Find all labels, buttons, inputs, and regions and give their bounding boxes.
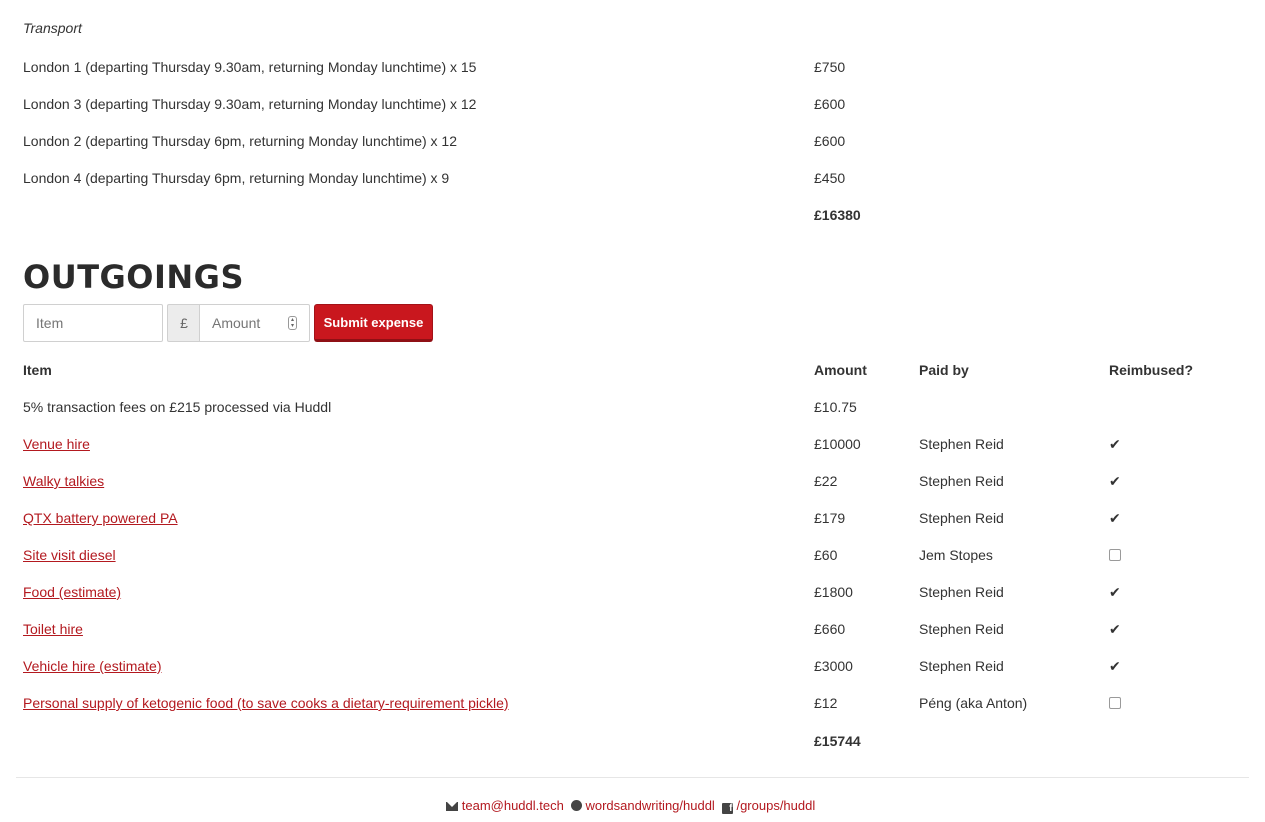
check-icon[interactable]: ✔ <box>1109 622 1123 636</box>
expense-item-link[interactable]: Venue hire <box>23 435 90 453</box>
reimbursed-cell <box>1109 694 1121 713</box>
table-row: 5% transaction fees on £215 processed vi… <box>0 398 1265 435</box>
check-icon[interactable]: ✔ <box>1109 659 1123 673</box>
fee-item: 5% transaction fees on £215 processed vi… <box>23 399 332 415</box>
reimbursed-checkbox[interactable] <box>1109 549 1121 561</box>
expense-paid-by: Stephen Reid <box>919 436 1004 452</box>
outgoings-table-header: Item Amount Paid by Reimbused? <box>0 361 1265 398</box>
expense-item-link[interactable]: Personal supply of ketogenic food (to sa… <box>23 694 509 712</box>
check-icon[interactable]: ✔ <box>1109 585 1123 599</box>
expense-item-link[interactable]: Toilet hire <box>23 620 83 638</box>
table-row: Food (estimate) £1800 Stephen Reid ✔ <box>0 583 1265 620</box>
envelope-icon <box>445 802 458 811</box>
table-row: Venue hire £10000 Stephen Reid ✔ <box>0 435 1265 472</box>
fee-amount: £10.75 <box>814 399 857 415</box>
transport-item: London 2 (departing Thursday 6pm, return… <box>23 133 457 149</box>
expense-paid-by: Stephen Reid <box>919 510 1004 526</box>
transport-amount: £450 <box>814 170 846 186</box>
transport-row: London 2 (departing Thursday 6pm, return… <box>0 132 1265 169</box>
transport-total: £16380 <box>814 207 861 223</box>
expense-paid-by: Jem Stopes <box>919 547 993 563</box>
transport-item: London 3 (departing Thursday 9.30am, ret… <box>23 96 477 112</box>
expense-item-link[interactable]: Walky talkies <box>23 472 104 490</box>
table-row: Site visit diesel £60 Jem Stopes <box>0 546 1265 583</box>
expense-amount: £12 <box>814 695 838 711</box>
table-row: Toilet hire £660 Stephen Reid ✔ <box>0 620 1265 657</box>
transport-row: London 4 (departing Thursday 6pm, return… <box>0 169 1265 206</box>
item-input[interactable] <box>23 304 163 342</box>
header-amount: Amount <box>814 362 867 378</box>
header-paid-by: Paid by <box>919 362 969 378</box>
expense-paid-by: Stephen Reid <box>919 584 1004 600</box>
reimbursed-cell: ✔ <box>1109 509 1123 527</box>
transport-amount: £600 <box>814 133 846 149</box>
expense-item-link[interactable]: QTX battery powered PA <box>23 509 178 527</box>
transport-amount: £750 <box>814 59 846 75</box>
submit-expense-button[interactable]: Submit expense <box>314 304 433 342</box>
header-item: Item <box>23 362 52 378</box>
expense-amount: £179 <box>814 510 846 526</box>
expense-paid-by: Stephen Reid <box>919 621 1004 637</box>
reimbursed-cell: ✔ <box>1109 620 1123 638</box>
outgoings-total: £15744 <box>814 733 861 749</box>
table-row: Walky talkies £22 Stephen Reid ✔ <box>0 472 1265 509</box>
reimbursed-cell: ✔ <box>1109 657 1123 675</box>
amount-spinner-icon[interactable]: ▴ ▾ <box>288 316 297 330</box>
header-reimbursed: Reimbused? <box>1109 362 1194 378</box>
expense-item-link[interactable]: Site visit diesel <box>23 546 116 564</box>
transport-item: London 1 (departing Thursday 9.30am, ret… <box>23 59 477 75</box>
reimbursed-cell <box>1109 546 1121 565</box>
transport-row: London 1 (departing Thursday 9.30am, ret… <box>0 58 1265 95</box>
expense-amount: £1800 <box>814 584 853 600</box>
expense-paid-by: Stephen Reid <box>919 473 1004 489</box>
expense-amount: £3000 <box>814 658 853 674</box>
check-icon[interactable]: ✔ <box>1109 437 1123 451</box>
transport-item: London 4 (departing Thursday 6pm, return… <box>23 170 450 186</box>
transport-row: London 3 (departing Thursday 9.30am, ret… <box>0 95 1265 132</box>
expense-amount: £660 <box>814 621 846 637</box>
reimbursed-cell: ✔ <box>1109 435 1123 453</box>
table-row: Vehicle hire (estimate) £3000 Stephen Re… <box>0 657 1265 694</box>
expense-amount: £60 <box>814 547 838 563</box>
check-icon[interactable]: ✔ <box>1109 511 1123 525</box>
facebook-icon: f <box>722 803 734 814</box>
expense-paid-by: Stephen Reid <box>919 658 1004 674</box>
reimbursed-checkbox[interactable] <box>1109 697 1121 709</box>
table-row: QTX battery powered PA £179 Stephen Reid… <box>0 509 1265 546</box>
transport-amount: £600 <box>814 96 846 112</box>
transport-label: Transport <box>23 20 82 36</box>
reimbursed-cell: ✔ <box>1109 472 1123 490</box>
expense-item-link[interactable]: Vehicle hire (estimate) <box>23 657 162 675</box>
expense-amount: £10000 <box>814 436 861 452</box>
expense-paid-by: Péng (aka Anton) <box>919 695 1028 711</box>
table-row: Personal supply of ketogenic food (to sa… <box>0 694 1265 731</box>
facebook-link[interactable]: /groups/huddl <box>736 798 815 813</box>
expense-amount: £22 <box>814 473 838 489</box>
github-link[interactable]: wordsandwriting/huddl <box>585 798 714 813</box>
expense-item-link[interactable]: Food (estimate) <box>23 583 121 601</box>
transport-total-row: £16380 <box>0 206 1265 243</box>
email-link[interactable]: team@huddl.tech <box>462 798 564 813</box>
outgoings-heading: OUTGOINGS <box>23 258 244 296</box>
currency-addon: £ <box>167 304 200 342</box>
github-icon <box>571 800 583 811</box>
footer-divider <box>16 777 1249 778</box>
check-icon[interactable]: ✔ <box>1109 474 1123 488</box>
reimbursed-cell: ✔ <box>1109 583 1123 601</box>
footer: team@huddl.tech wordsandwriting/huddl f /… <box>0 798 1265 814</box>
outgoings-total-row: £15744 <box>0 732 1265 769</box>
